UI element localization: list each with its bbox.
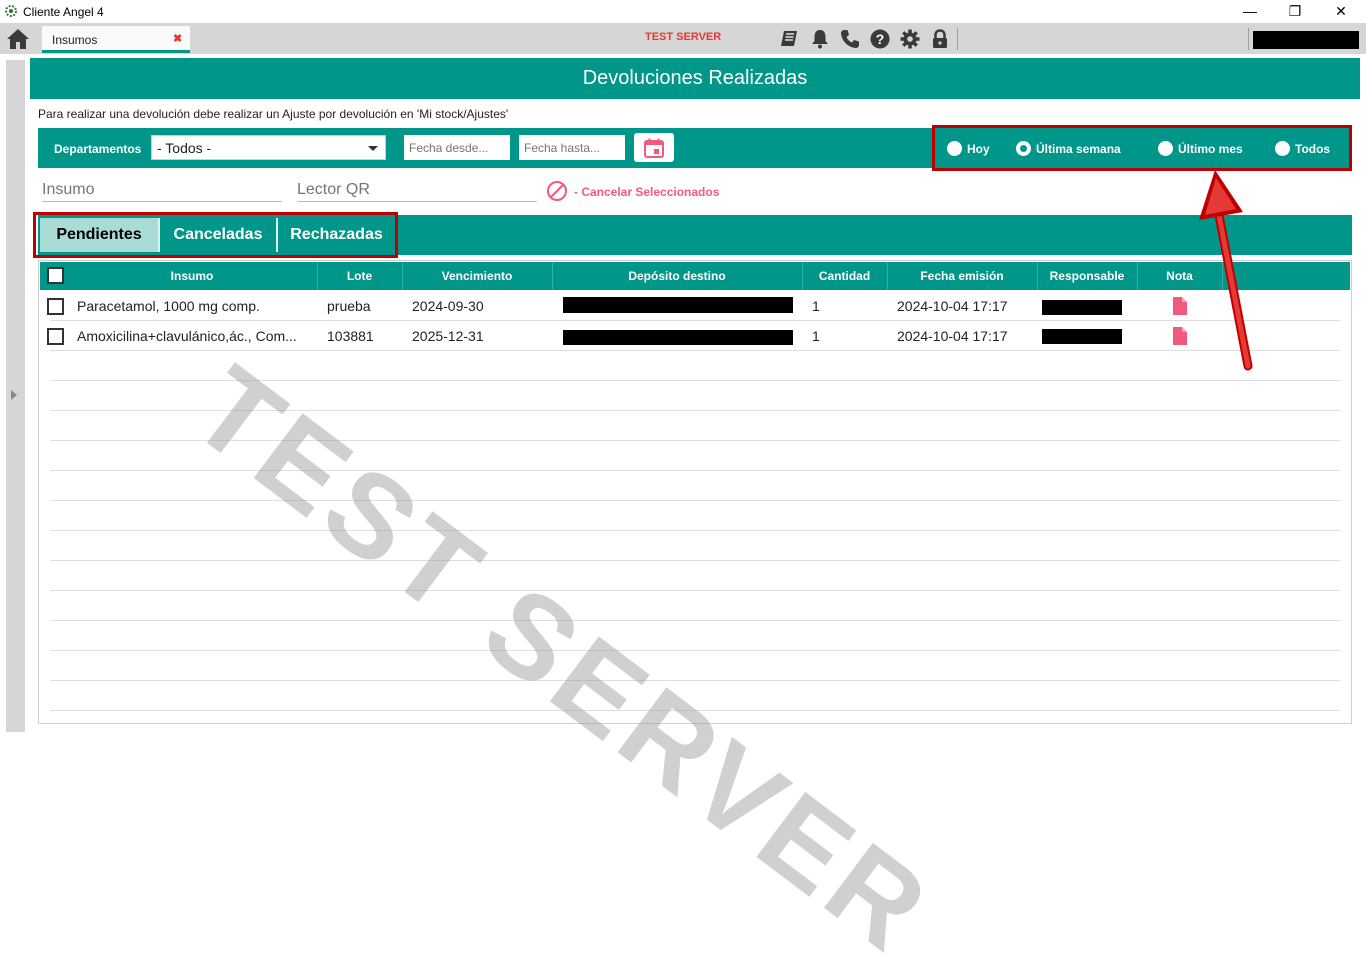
cell-lote: 103881: [327, 328, 374, 344]
close-window-button[interactable]: ✕: [1318, 0, 1364, 23]
row-divider: [50, 530, 1340, 531]
app-logo-icon: [5, 5, 17, 17]
column-header-cantidad[interactable]: Cantidad: [802, 262, 887, 290]
server-label: TEST SERVER: [645, 31, 722, 43]
svg-text:?: ?: [876, 31, 885, 47]
table-row[interactable]: Paracetamol, 1000 mg comp. prueba 2024-0…: [40, 291, 1350, 321]
calendar-icon: [644, 138, 664, 158]
cell-cantidad: 1: [812, 328, 820, 344]
cell-cantidad: 1: [812, 298, 820, 314]
cell-fecha-emision: 2024-10-04 17:17: [897, 298, 1008, 314]
radio-ultima-semana-label: Última semana: [1036, 142, 1121, 156]
tab-close-icon[interactable]: ✖: [173, 32, 182, 45]
cell-insumo: Paracetamol, 1000 mg comp.: [77, 298, 260, 314]
radio-todos-label: Todos: [1295, 142, 1331, 156]
tab-insumos[interactable]: Insumos ✖: [42, 26, 190, 53]
row-divider: [50, 410, 1340, 411]
user-name-redacted[interactable]: [1253, 31, 1359, 49]
row-checkbox[interactable]: [47, 298, 64, 315]
window-title: Cliente Angel 4: [23, 5, 104, 19]
row-divider: [50, 650, 1340, 651]
note-icon[interactable]: [1172, 327, 1188, 345]
column-header-insumo[interactable]: Insumo: [67, 262, 317, 290]
tab-insumos-label: Insumos: [52, 33, 98, 47]
toolbar-separator: [1248, 28, 1249, 50]
cell-insumo: Amoxicilina+clavulánico,ác., Com...: [77, 328, 297, 344]
page-title: Devoluciones Realizadas: [30, 58, 1360, 99]
row-divider: [50, 380, 1340, 381]
column-header-lote[interactable]: Lote: [317, 262, 402, 290]
cell-deposito-redacted: [563, 330, 793, 345]
cell-vencimiento: 2025-12-31: [412, 328, 484, 344]
cancel-selected-label: - Cancelar Seleccionados: [574, 185, 720, 199]
note-icon[interactable]: [1172, 297, 1188, 315]
radio-hoy-label: Hoy: [967, 142, 990, 156]
status-tabs-highlight: [33, 212, 398, 258]
minimize-button[interactable]: —: [1227, 0, 1273, 23]
row-divider: [50, 620, 1340, 621]
column-header-deposito[interactable]: Depósito destino: [552, 262, 802, 290]
column-header-vencimiento[interactable]: Vencimiento: [402, 262, 552, 290]
column-header-responsable[interactable]: Responsable: [1037, 262, 1137, 290]
info-text: Para realizar una devolución debe realiz…: [38, 107, 509, 121]
insumo-search-input[interactable]: [42, 179, 282, 202]
departamentos-label: Departamentos: [54, 142, 142, 156]
bell-icon[interactable]: [809, 28, 831, 50]
cell-vencimiento: 2024-09-30: [412, 298, 484, 314]
expand-arrow-icon: [11, 390, 17, 400]
row-divider: [50, 320, 1340, 321]
table-row[interactable]: Amoxicilina+clavulánico,ác., Com... 1038…: [40, 321, 1350, 351]
row-divider: [50, 680, 1340, 681]
lock-icon[interactable]: [929, 28, 951, 50]
column-header-nota[interactable]: Nota: [1137, 262, 1222, 290]
departamentos-select[interactable]: - Todos -: [151, 135, 386, 160]
chevron-down-icon: [368, 146, 378, 151]
row-divider: [50, 440, 1340, 441]
row-divider: [50, 500, 1340, 501]
cell-responsable-redacted: [1042, 329, 1122, 344]
cell-lote: prueba: [327, 298, 371, 314]
row-divider: [50, 590, 1340, 591]
radio-ultimo-mes-label: Último mes: [1178, 142, 1243, 156]
toolbar-separator: [957, 28, 958, 50]
radio-ultima-semana-dot: [1016, 141, 1031, 156]
window-title-bar: Cliente Angel 4 — ❐ ✕: [0, 0, 1366, 23]
row-checkbox[interactable]: [47, 328, 64, 345]
help-icon[interactable]: ?: [869, 28, 891, 50]
row-divider: [50, 350, 1340, 351]
gear-icon[interactable]: [899, 28, 921, 50]
restore-button[interactable]: ❐: [1272, 0, 1318, 23]
select-all-checkbox[interactable]: [47, 267, 64, 284]
departamentos-value: - Todos -: [157, 140, 212, 156]
fecha-desde-input[interactable]: [404, 135, 510, 160]
calendar-button[interactable]: [634, 133, 674, 162]
lector-qr-input[interactable]: [297, 179, 537, 202]
home-icon[interactable]: [6, 28, 30, 50]
cell-responsable-redacted: [1042, 300, 1122, 315]
side-panel-toggle[interactable]: [6, 60, 25, 732]
column-header-fecha-emision[interactable]: Fecha emisión: [887, 262, 1037, 290]
radio-todos-dot: [1275, 141, 1290, 156]
row-divider: [50, 470, 1340, 471]
cell-fecha-emision: 2024-10-04 17:17: [897, 328, 1008, 344]
column-separator: [1222, 262, 1223, 290]
period-radio-group: Hoy Última semana Último mes Todos: [932, 125, 1352, 171]
row-divider: [50, 560, 1340, 561]
phone-icon[interactable]: [839, 28, 861, 50]
top-bar: Insumos ✖ TEST SERVER ?: [0, 23, 1366, 54]
block-icon: [547, 181, 567, 201]
manual-icon[interactable]: [778, 28, 800, 50]
table-header: Insumo Lote Vencimiento Depósito destino…: [40, 262, 1350, 290]
radio-ultimo-mes-dot: [1158, 141, 1173, 156]
row-divider: [50, 710, 1340, 711]
radio-hoy-dot: [947, 141, 962, 156]
fecha-hasta-input[interactable]: [519, 135, 625, 160]
cell-deposito-redacted: [563, 297, 793, 313]
